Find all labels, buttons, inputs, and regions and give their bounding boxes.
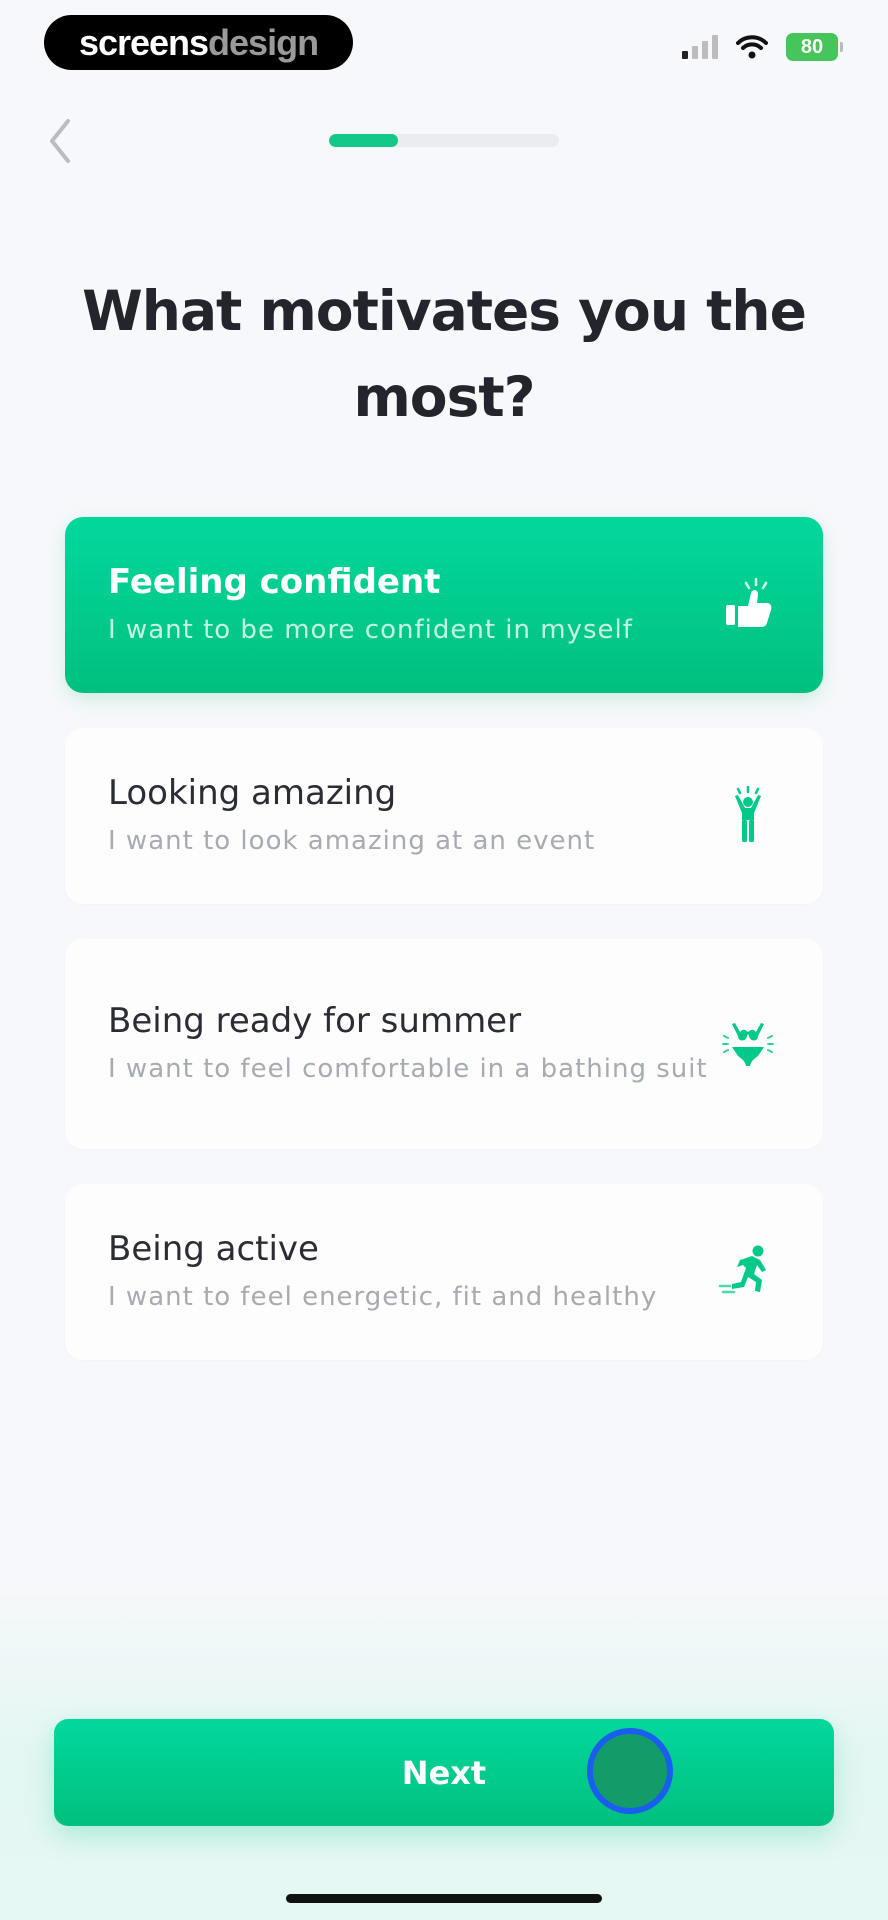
home-indicator — [286, 1894, 602, 1903]
page-title: What motivates you the most? — [82, 279, 807, 429]
next-button[interactable]: Next — [54, 1719, 834, 1826]
status-icons: 80 — [682, 33, 843, 61]
next-button-label: Next — [401, 1753, 487, 1792]
option-title: Being active — [108, 1229, 319, 1269]
cellular-signal-icon — [682, 35, 718, 59]
bikini-icon — [722, 1023, 774, 1066]
screensdesign-logo: screens design — [44, 15, 353, 70]
option-feeling-confident[interactable]: Feeling confident I want to be more conf… — [65, 517, 823, 693]
option-looking-amazing[interactable]: Looking amazing I want to look amazing a… — [65, 728, 823, 904]
onboarding-screen: screens design 80 What motivates you the … — [0, 0, 888, 1920]
onboarding-progress-bar — [329, 134, 559, 147]
running-person-icon — [718, 1245, 766, 1294]
option-being-ready-for-summer[interactable]: Being ready for summer I want to feel co… — [65, 939, 823, 1149]
option-being-active[interactable]: Being active I want to feel energetic, f… — [65, 1184, 823, 1360]
back-button[interactable] — [40, 115, 80, 167]
touch-indicator — [587, 1728, 673, 1814]
wifi-icon — [736, 35, 768, 59]
thumbs-up-icon — [726, 577, 772, 627]
option-title: Feeling confident — [108, 562, 441, 602]
brand-part-1: screens — [78, 21, 209, 63]
battery-level: 80 — [800, 35, 824, 58]
option-title: Being ready for summer — [108, 1001, 522, 1041]
option-subtitle: I want to be more confident in myself — [108, 615, 633, 645]
motivation-options: Feeling confident I want to be more conf… — [65, 517, 823, 1395]
chevron-left-icon — [50, 119, 70, 163]
option-subtitle: I want to feel comfortable in a bathing … — [108, 1054, 708, 1084]
cheering-person-icon — [735, 786, 761, 842]
progress-fill — [329, 134, 398, 147]
brand-part-2: design — [208, 21, 319, 63]
battery-indicator: 80 — [786, 33, 843, 61]
option-title: Looking amazing — [108, 773, 397, 813]
option-subtitle: I want to feel energetic, fit and health… — [108, 1282, 658, 1312]
option-subtitle: I want to look amazing at an event — [108, 826, 596, 856]
